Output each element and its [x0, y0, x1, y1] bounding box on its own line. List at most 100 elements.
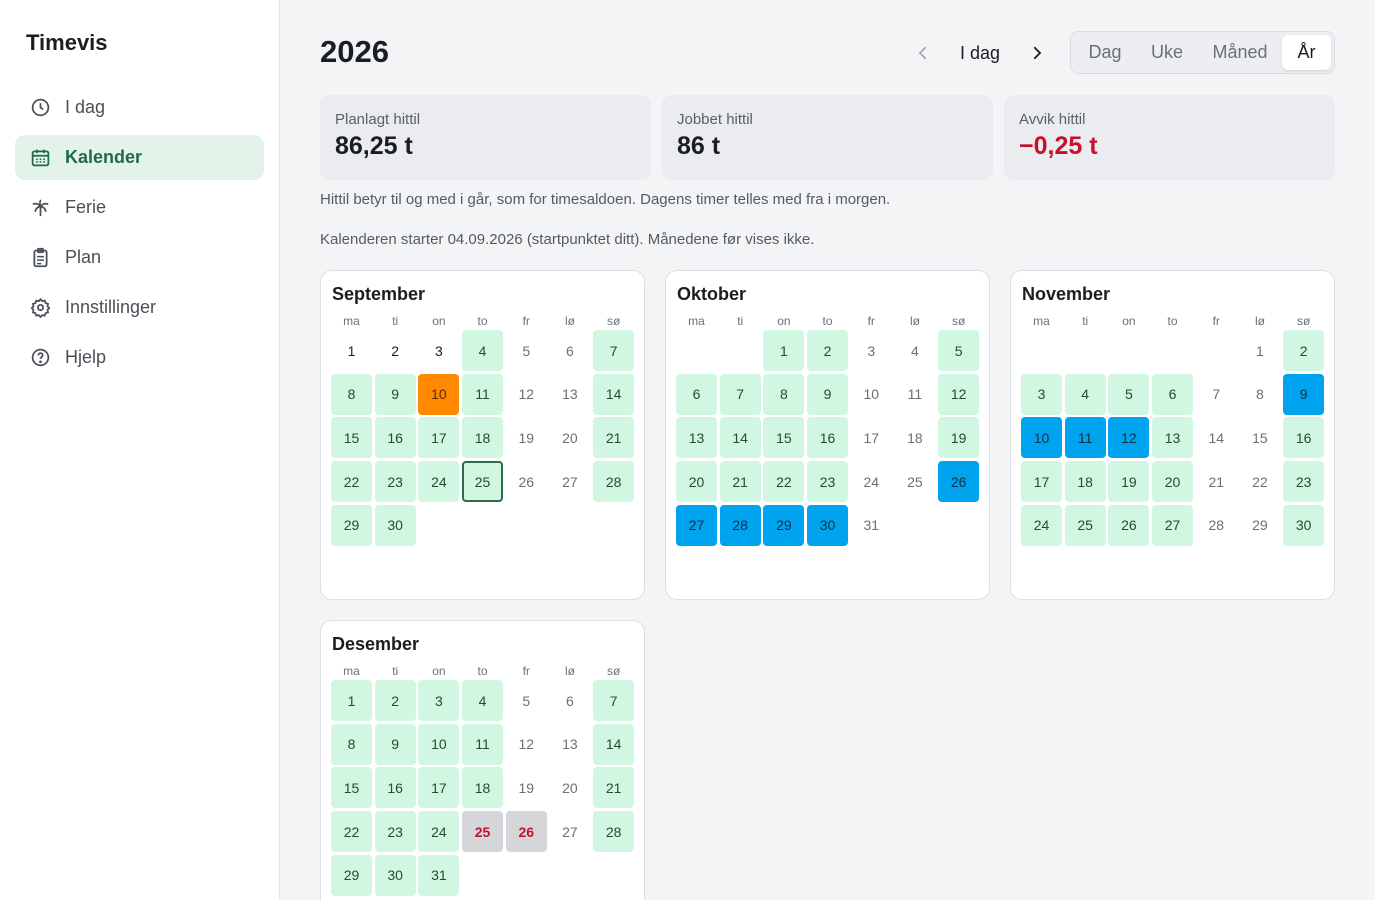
- day-cell[interactable]: 14: [593, 723, 635, 765]
- sidebar-item-hjelp[interactable]: Hjelp: [15, 335, 264, 380]
- day-cell[interactable]: 22: [331, 461, 372, 503]
- day-cell[interactable]: 7: [593, 330, 635, 371]
- day-cell[interactable]: 18: [462, 417, 504, 459]
- day-cell[interactable]: 13: [1152, 417, 1194, 459]
- sidebar-item-plan[interactable]: Plan: [15, 235, 264, 280]
- day-cell[interactable]: 30: [1283, 504, 1325, 546]
- day-cell[interactable]: 10: [418, 723, 460, 765]
- day-cell[interactable]: 8: [331, 373, 372, 415]
- day-cell[interactable]: 12: [938, 373, 980, 415]
- day-cell[interactable]: 26: [505, 811, 547, 853]
- day-cell[interactable]: 2: [1283, 330, 1325, 371]
- sidebar-item-ferie[interactable]: Ferie: [15, 185, 264, 230]
- day-cell[interactable]: 14: [719, 417, 761, 459]
- today-button[interactable]: I dag: [950, 38, 1010, 68]
- day-cell[interactable]: 21: [719, 461, 761, 503]
- day-cell[interactable]: 29: [331, 854, 372, 896]
- day-cell[interactable]: 14: [593, 373, 635, 415]
- day-cell[interactable]: 25: [462, 461, 504, 503]
- day-cell[interactable]: 9: [1283, 373, 1325, 415]
- day-cell[interactable]: 25: [1064, 504, 1106, 546]
- day-cell[interactable]: 10: [418, 373, 460, 415]
- day-cell[interactable]: 7: [719, 373, 761, 415]
- day-cell[interactable]: 8: [331, 723, 372, 765]
- day-cell[interactable]: 30: [807, 504, 849, 546]
- day-cell[interactable]: 17: [418, 417, 460, 459]
- day-cell[interactable]: 20: [676, 461, 717, 503]
- day-cell[interactable]: 3: [418, 680, 460, 721]
- view-year-button[interactable]: År: [1282, 35, 1331, 70]
- day-cell[interactable]: 4: [462, 680, 504, 721]
- day-cell[interactable]: 15: [763, 417, 805, 459]
- day-cell[interactable]: 28: [593, 811, 635, 853]
- day-cell[interactable]: 24: [418, 811, 460, 853]
- day-cell[interactable]: 29: [331, 504, 372, 546]
- day-cell[interactable]: 3: [1021, 373, 1062, 415]
- view-month-button[interactable]: Måned: [1198, 35, 1282, 70]
- next-button[interactable]: [1022, 38, 1052, 68]
- day-cell[interactable]: 8: [763, 373, 805, 415]
- day-cell[interactable]: 15: [331, 417, 372, 459]
- day-cell[interactable]: 10: [1021, 417, 1062, 459]
- day-cell[interactable]: 31: [418, 854, 460, 896]
- day-cell: 18: [907, 429, 923, 446]
- day-cell[interactable]: 11: [462, 373, 504, 415]
- day-cell[interactable]: 17: [1021, 461, 1062, 503]
- day-cell[interactable]: 7: [593, 680, 635, 721]
- day-cell[interactable]: 29: [763, 504, 805, 546]
- day-cell[interactable]: 19: [938, 417, 980, 459]
- day-cell[interactable]: 23: [1283, 461, 1325, 503]
- day-cell[interactable]: 22: [763, 461, 805, 503]
- day-cell[interactable]: 16: [374, 767, 416, 809]
- day-cell[interactable]: 24: [1021, 504, 1062, 546]
- day-cell[interactable]: 15: [331, 767, 372, 809]
- day-cell[interactable]: 30: [374, 504, 416, 546]
- day-cell[interactable]: 12: [1108, 417, 1150, 459]
- day-cell[interactable]: 4: [462, 330, 504, 371]
- day-cell[interactable]: 30: [374, 854, 416, 896]
- day-cell[interactable]: 4: [1064, 373, 1106, 415]
- day-cell[interactable]: 18: [1064, 461, 1106, 503]
- day-cell[interactable]: 21: [593, 417, 635, 459]
- day-cell[interactable]: 21: [593, 767, 635, 809]
- day-cell[interactable]: 5: [938, 330, 980, 371]
- day-cell[interactable]: 25: [462, 811, 504, 853]
- day-cell[interactable]: 16: [807, 417, 849, 459]
- view-week-button[interactable]: Uke: [1136, 35, 1198, 70]
- day-cell[interactable]: 1: [763, 330, 805, 371]
- day-cell[interactable]: 23: [807, 461, 849, 503]
- day-cell[interactable]: 20: [1152, 461, 1194, 503]
- day-cell[interactable]: 27: [676, 504, 717, 546]
- day-cell[interactable]: 19: [1108, 461, 1150, 503]
- day-cell[interactable]: 9: [374, 723, 416, 765]
- sidebar-item-kalender[interactable]: Kalender: [15, 135, 264, 180]
- day-cell[interactable]: 17: [418, 767, 460, 809]
- day-cell[interactable]: 28: [719, 504, 761, 546]
- day-cell[interactable]: 23: [374, 811, 416, 853]
- day-cell[interactable]: 22: [331, 811, 372, 853]
- day-cell[interactable]: 6: [676, 373, 717, 415]
- day-cell[interactable]: 5: [1108, 373, 1150, 415]
- day-cell[interactable]: 1: [331, 680, 372, 721]
- sidebar-item-i-dag[interactable]: I dag: [15, 85, 264, 130]
- day-cell[interactable]: 18: [462, 767, 504, 809]
- day-cell[interactable]: 13: [676, 417, 717, 459]
- day-cell[interactable]: 11: [462, 723, 504, 765]
- day-cell[interactable]: 28: [593, 461, 635, 503]
- day-cell[interactable]: 2: [374, 680, 416, 721]
- day-cell[interactable]: 16: [374, 417, 416, 459]
- day-cell[interactable]: 26: [938, 461, 980, 503]
- day-cell[interactable]: 23: [374, 461, 416, 503]
- prev-button[interactable]: [908, 38, 938, 68]
- sidebar-item-innstillinger[interactable]: Innstillinger: [15, 285, 264, 330]
- day-cell[interactable]: 27: [1152, 504, 1194, 546]
- day-cell[interactable]: 16: [1283, 417, 1325, 459]
- day-cell[interactable]: 2: [807, 330, 849, 371]
- day-cell[interactable]: 6: [1152, 373, 1194, 415]
- day-cell[interactable]: 9: [374, 373, 416, 415]
- day-cell[interactable]: 24: [418, 461, 460, 503]
- view-day-button[interactable]: Dag: [1074, 35, 1136, 70]
- day-cell[interactable]: 11: [1064, 417, 1106, 459]
- day-cell[interactable]: 26: [1108, 504, 1150, 546]
- day-cell[interactable]: 9: [807, 373, 849, 415]
